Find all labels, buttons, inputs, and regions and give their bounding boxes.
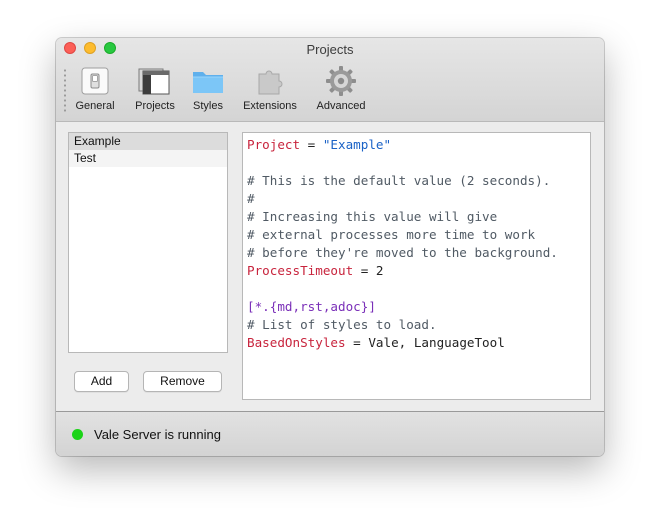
status-text: Vale Server is running bbox=[94, 427, 221, 442]
config-key: ProcessTimeout bbox=[247, 263, 354, 278]
projects-window: Projects General Projects Styles Extensi… bbox=[56, 38, 604, 456]
toolbar-general[interactable]: General bbox=[75, 66, 115, 116]
editor-section-header: [*.{md,rst,adoc}] bbox=[247, 299, 376, 314]
toolbar-extensions-label: Extensions bbox=[243, 100, 297, 112]
toolbar-styles[interactable]: Styles bbox=[190, 66, 226, 116]
editor-line: ProcessTimeout = 2 bbox=[247, 262, 586, 280]
projects-pane: Example Test Add Remove Project = "Examp… bbox=[56, 123, 604, 411]
project-item-test[interactable]: Test bbox=[69, 150, 227, 167]
folder-icon bbox=[190, 66, 226, 96]
config-value: Vale, LanguageTool bbox=[368, 335, 505, 350]
status-indicator-dot bbox=[72, 429, 83, 440]
editor-comment: # external processes more time to work bbox=[247, 227, 536, 242]
status-bar: Vale Server is running bbox=[56, 411, 604, 456]
remove-button[interactable]: Remove bbox=[143, 371, 222, 392]
config-key: Project bbox=[247, 137, 301, 152]
config-string-value: "Example" bbox=[322, 137, 392, 152]
editor-comment: # before they're moved to the background… bbox=[247, 245, 558, 260]
config-key: BasedOnStyles bbox=[247, 335, 346, 350]
toolbar-styles-label: Styles bbox=[193, 100, 223, 112]
config-operator: = bbox=[345, 335, 369, 350]
titlebar: Projects General Projects Styles Extensi… bbox=[56, 38, 604, 122]
toolbar-general-label: General bbox=[75, 100, 115, 112]
general-switch-icon bbox=[77, 66, 113, 96]
config-editor[interactable]: Project = "Example" # This is the defaul… bbox=[242, 132, 591, 400]
gear-icon bbox=[323, 66, 359, 96]
project-item-example[interactable]: Example bbox=[69, 133, 227, 150]
config-operator: = bbox=[353, 263, 376, 278]
toolbar-advanced-label: Advanced bbox=[316, 100, 366, 112]
toolbar-extensions[interactable]: Extensions bbox=[241, 66, 299, 116]
toolbar-projects-label: Projects bbox=[135, 100, 175, 112]
editor-comment: # Increasing this value will give bbox=[247, 209, 498, 224]
add-button[interactable]: Add bbox=[74, 371, 129, 392]
editor-line: Project = "Example" bbox=[247, 136, 586, 154]
toolbar-handle bbox=[64, 68, 66, 112]
toolbar-advanced[interactable]: Advanced bbox=[314, 66, 368, 116]
project-list[interactable]: Example Test bbox=[68, 132, 228, 353]
editor-comment: # List of styles to load. bbox=[247, 317, 437, 332]
config-operator: = bbox=[300, 137, 323, 152]
editor-comment: # This is the default value (2 seconds). bbox=[247, 173, 551, 188]
window-title: Projects bbox=[306, 42, 354, 57]
editor-comment: # bbox=[247, 191, 255, 206]
editor-line: BasedOnStyles = Vale, LanguageTool bbox=[247, 334, 586, 352]
toolbar-projects[interactable]: Projects bbox=[133, 66, 177, 116]
config-value: 2 bbox=[375, 263, 384, 278]
projects-windows-icon bbox=[137, 66, 173, 96]
puzzle-piece-icon bbox=[252, 66, 288, 96]
